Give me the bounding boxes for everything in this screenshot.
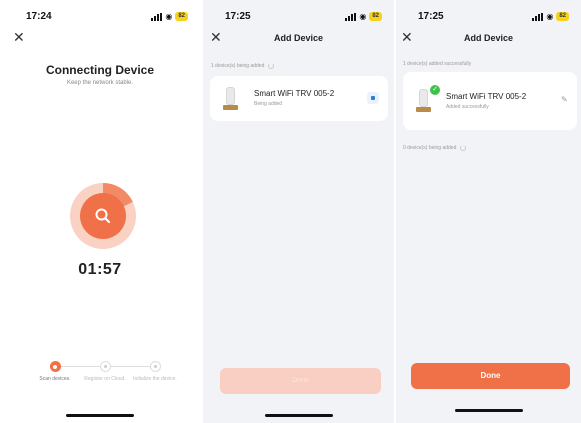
battery-badge: 82 xyxy=(175,12,188,21)
device-name: Smart WiFi TRV 005-2 xyxy=(254,89,335,98)
thermostat-valve-icon xyxy=(223,87,238,111)
progress-ring xyxy=(70,183,136,249)
wifi-icon: ◉ xyxy=(546,11,554,21)
device-status: Being added xyxy=(254,101,283,107)
added-screen: 17:25 ◉ 82 ✕ Add Device 1 device(s) adde… xyxy=(396,0,581,423)
section-success: 1 device(s) added successfully xyxy=(403,61,471,67)
adding-screen: 17:25 ◉ 82 ✕ Add Device 1 device(s) bein… xyxy=(203,0,394,423)
step-pending-icon xyxy=(149,361,161,372)
status-time: 17:24 xyxy=(26,11,52,22)
section-label: 1 device(s) added successfully xyxy=(403,61,472,67)
section-label: 0 device(s) being added xyxy=(403,145,457,151)
loading-spinner-icon xyxy=(460,145,467,151)
home-indicator xyxy=(264,414,333,417)
thermostat-valve-icon xyxy=(416,89,431,113)
device-status: Added successfully xyxy=(446,104,489,110)
check-icon: ✓ xyxy=(430,85,440,95)
step-scan: Scan devices. xyxy=(30,361,80,382)
section-adding: 1 device(s) being added xyxy=(211,63,275,69)
done-button[interactable]: Done xyxy=(411,363,570,389)
section-label: 1 device(s) being added xyxy=(211,63,265,69)
step-pending-icon xyxy=(99,361,111,372)
progress-steps: Scan devices. Register on Cloud. Initial… xyxy=(30,361,180,391)
home-indicator xyxy=(66,414,134,417)
adding-progress-icon xyxy=(367,92,379,104)
signal-icon xyxy=(532,12,544,21)
step-label: Initialize the device. xyxy=(133,376,177,382)
countdown-timer: 01:57 xyxy=(78,261,122,278)
home-indicator xyxy=(454,409,523,412)
status-bar: 17:24 ◉ 82 xyxy=(0,11,200,25)
wifi-icon: ◉ xyxy=(165,11,173,21)
page-title: Connecting Device xyxy=(45,63,155,77)
loading-spinner-icon xyxy=(268,63,275,69)
device-card[interactable]: ✓ Smart WiFi TRV 005-2 Added successfull… xyxy=(403,72,577,130)
status-bar: 17:25 ◉ 82 xyxy=(396,11,581,25)
device-name: Smart WiFi TRV 005-2 xyxy=(446,92,527,101)
page-title: Add Device xyxy=(463,33,514,43)
battery-badge: 82 xyxy=(556,12,569,21)
device-card[interactable]: Smart WiFi TRV 005-2 Being added xyxy=(210,76,388,121)
step-initialize: Initialize the device. xyxy=(130,361,180,382)
status-bar: 17:25 ◉ 82 xyxy=(203,11,394,25)
step-active-icon xyxy=(49,361,61,372)
step-register: Register on Cloud. xyxy=(80,361,130,382)
signal-icon xyxy=(151,12,163,21)
done-button[interactable]: Done xyxy=(220,368,381,394)
status-time: 17:25 xyxy=(225,11,251,22)
battery-badge: 82 xyxy=(369,12,382,21)
signal-icon xyxy=(345,12,357,21)
section-adding: 0 device(s) being added xyxy=(403,145,467,151)
close-icon[interactable]: ✕ xyxy=(13,30,25,44)
page-title: Add Device xyxy=(273,33,324,43)
step-label: Register on Cloud. xyxy=(84,376,126,382)
edit-icon[interactable]: ✎ xyxy=(561,95,568,104)
status-time: 17:25 xyxy=(418,11,444,22)
wifi-icon: ◉ xyxy=(359,11,367,21)
step-label: Scan devices. xyxy=(39,376,71,382)
connecting-screen: 17:24 ◉ 82 ✕ Connecting Device Keep the … xyxy=(0,0,200,423)
page-subtitle: Keep the network stable. xyxy=(66,80,134,86)
search-icon xyxy=(80,193,126,239)
